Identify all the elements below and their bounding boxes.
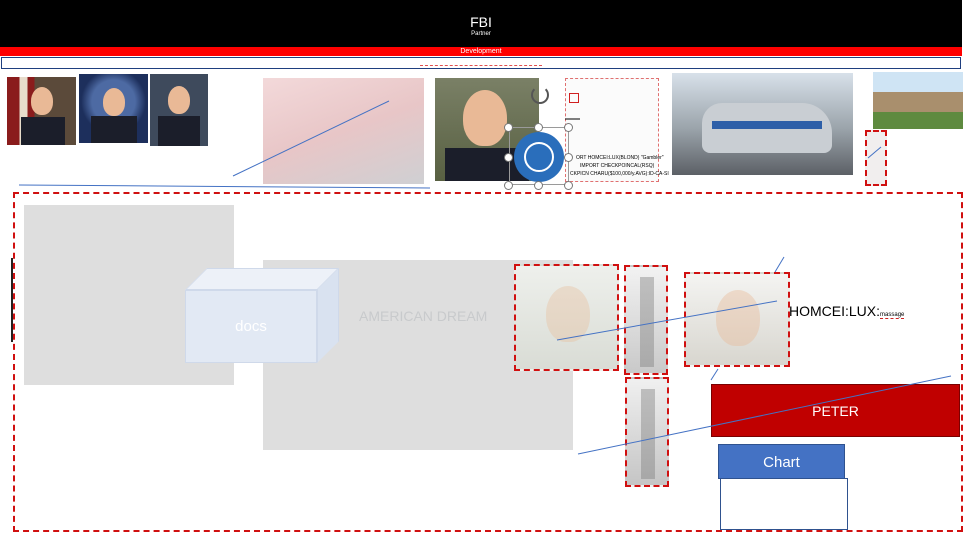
suit-shape: [158, 116, 200, 146]
homcei-main-text: HOMCEI:LUX:: [789, 303, 881, 319]
doc-line-2: IMPORT CHECKPOINCAL(RSQ): [580, 163, 655, 169]
face-shape: [463, 90, 507, 146]
portrait-photo-3[interactable]: [150, 74, 208, 146]
document-card[interactable]: ORT HOMCEI:LUX(BLOND) "Gambler" IMPORT C…: [565, 78, 669, 182]
resize-handle[interactable]: [504, 123, 513, 132]
resize-handle[interactable]: [564, 153, 573, 162]
peter-button[interactable]: PETER: [711, 384, 960, 437]
header-banner: Development: [0, 47, 962, 56]
small-photo-box[interactable]: [865, 130, 887, 186]
face-shape: [168, 86, 190, 114]
header-subtitle: Partner: [471, 31, 491, 37]
standing-figure-photo-2[interactable]: [625, 377, 669, 487]
car-stripe-shape: [712, 121, 822, 129]
globe-icon: [524, 142, 554, 172]
resize-handle[interactable]: [534, 123, 543, 132]
cursor-bar: [11, 258, 13, 342]
doc-red-square: [569, 93, 579, 103]
face-shape: [546, 286, 590, 342]
doc-line-1: ORT HOMCEI:LUX(BLOND) "Gambler": [576, 155, 664, 161]
figure-shape: [640, 277, 654, 367]
baby-photo[interactable]: [263, 78, 424, 184]
homcei-label: HOMCEI:LUX:massage: [789, 303, 905, 319]
face-shape: [103, 88, 125, 116]
header-title: FBI: [470, 14, 492, 30]
portrait-photo-1[interactable]: [7, 77, 76, 145]
portrait-photo-2[interactable]: [79, 74, 148, 143]
un-emblem-icon: [514, 132, 564, 182]
resize-handle[interactable]: [534, 181, 543, 190]
cube-label: docs: [235, 318, 267, 335]
suit-shape: [91, 116, 137, 143]
resize-handle[interactable]: [564, 181, 573, 190]
spellcheck-underline: [420, 60, 542, 66]
suit-shape: [21, 117, 65, 145]
standing-figure-photo-1[interactable]: [624, 265, 668, 375]
connector-line: [18, 184, 431, 189]
rotate-handle-icon[interactable]: [531, 86, 549, 104]
resize-handle[interactable]: [504, 153, 513, 162]
homcei-small-text: massage: [880, 312, 905, 319]
resize-handle[interactable]: [564, 123, 573, 132]
cube-top-face: [185, 268, 339, 290]
house-photo[interactable]: [873, 72, 963, 129]
resize-handle[interactable]: [504, 181, 513, 190]
chart-empty-box[interactable]: [720, 478, 848, 530]
man-photo-box[interactable]: [514, 264, 619, 371]
figure-shape: [641, 389, 655, 479]
doc-line-3: CKPICN CHARU($100,000/y.AVG):ID-CA-SI: [570, 171, 669, 177]
woman-photo-box[interactable]: [684, 272, 790, 367]
police-car-photo[interactable]: [672, 73, 853, 175]
face-shape: [31, 87, 53, 115]
face-shape: [716, 290, 760, 346]
chart-button[interactable]: Chart: [718, 444, 845, 479]
american-dream-text: AMERICAN DREAM: [359, 308, 488, 324]
